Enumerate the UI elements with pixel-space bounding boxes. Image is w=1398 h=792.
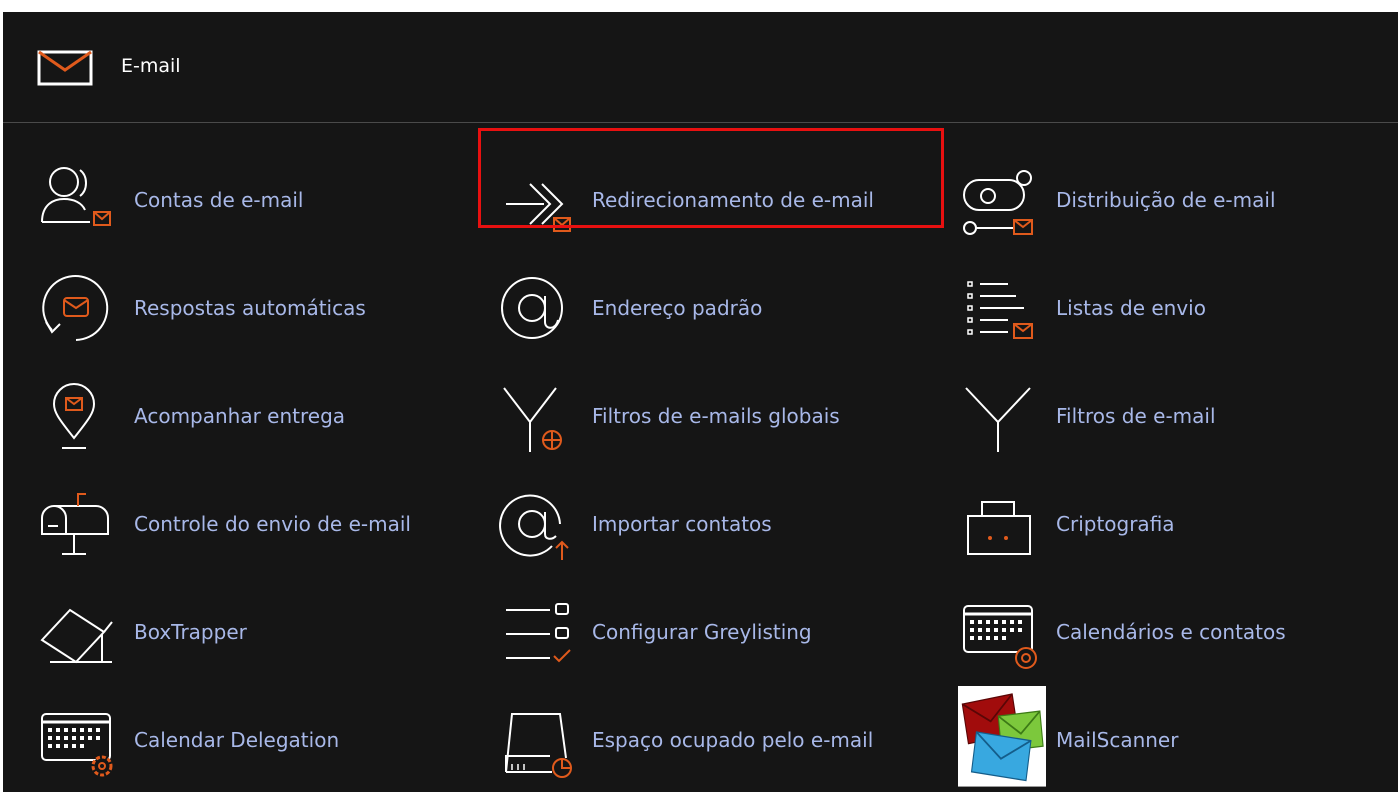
encryption-icon	[967, 501, 1031, 555]
highlight-box	[478, 128, 944, 228]
item-label[interactable]: Endereço padrão	[592, 294, 762, 322]
email-filters-icon	[965, 387, 1031, 452]
item-label[interactable]: Distribuição de e-mail	[1056, 186, 1276, 214]
item-label[interactable]: Configurar Greylisting	[592, 618, 812, 646]
item-label[interactable]: MailScanner	[1056, 726, 1178, 754]
panel-header: E-mail	[3, 12, 1398, 123]
panel-title: E-mail	[121, 55, 181, 77]
calendar-delegation-icon	[41, 713, 113, 777]
calendars-contacts-icon	[963, 605, 1037, 669]
item-label[interactable]: Filtros de e-mails globais	[592, 402, 840, 430]
import-contacts-icon	[499, 494, 569, 560]
email-routing-icon	[963, 170, 1033, 235]
mailscanner-icon	[958, 686, 1046, 787]
item-label[interactable]: Controle do envio de e-mail	[134, 510, 411, 538]
item-label[interactable]: Acompanhar entrega	[134, 402, 345, 430]
item-label[interactable]: Criptografia	[1056, 510, 1175, 538]
default-address-icon	[501, 277, 563, 339]
envelope-icon	[37, 50, 93, 86]
global-filters-icon	[503, 387, 562, 452]
deliverability-icon	[41, 493, 109, 555]
item-label[interactable]: Calendar Delegation	[134, 726, 339, 754]
item-label[interactable]: Contas de e-mail	[134, 186, 303, 214]
item-label[interactable]: Importar contatos	[592, 510, 772, 538]
disk-usage-icon	[505, 713, 572, 778]
item-label[interactable]: Espaço ocupado pelo e-mail	[592, 726, 873, 754]
greylisting-icon	[506, 603, 571, 663]
item-label[interactable]: Listas de envio	[1056, 294, 1206, 322]
autoresponders-icon	[42, 275, 109, 341]
item-label[interactable]: Respostas automáticas	[134, 294, 366, 322]
track-delivery-icon	[52, 383, 96, 449]
item-label[interactable]: Calendários e contatos	[1056, 618, 1286, 646]
email-accounts-icon	[41, 167, 111, 226]
boxtrapper-icon	[40, 608, 113, 664]
item-label[interactable]: BoxTrapper	[134, 618, 247, 646]
mailing-lists-icon	[967, 281, 1033, 339]
item-label[interactable]: Filtros de e-mail	[1056, 402, 1216, 430]
